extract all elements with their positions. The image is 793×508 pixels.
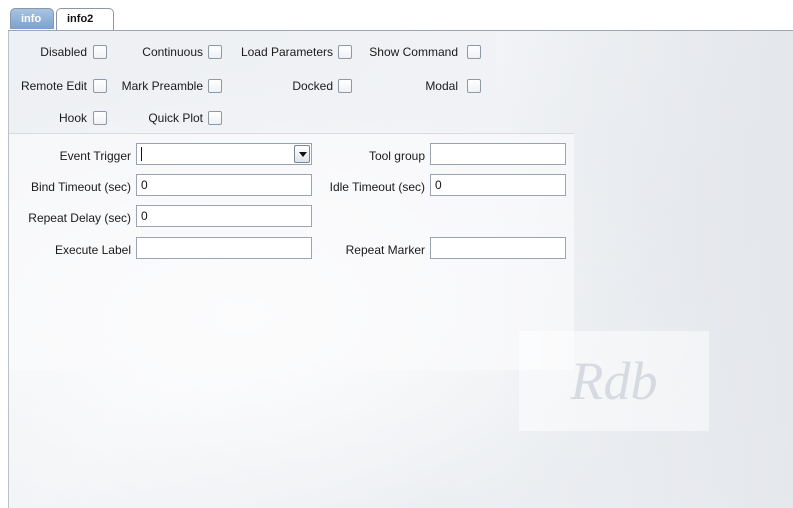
tab-panel-info2: Rdb Disabled Continuous Load Parameters …	[8, 31, 793, 508]
tab-info[interactable]: info	[10, 8, 54, 29]
show-command-checkbox[interactable]	[467, 45, 481, 59]
watermark-logo: Rdb	[519, 331, 709, 431]
hook-checkbox[interactable]	[93, 111, 107, 125]
bind-timeout-label: Bind Timeout (sec)	[30, 180, 131, 194]
execute-label-label: Execute Label	[54, 243, 131, 257]
event-trigger-dropdown-button[interactable]	[294, 145, 310, 163]
mark-preamble-checkbox[interactable]	[208, 79, 222, 93]
tool-group-input[interactable]	[430, 143, 566, 165]
quick-plot-label: Quick Plot	[148, 111, 203, 125]
disabled-checkbox[interactable]	[93, 45, 107, 59]
quick-plot-checkbox[interactable]	[208, 111, 222, 125]
modal-checkbox[interactable]	[467, 79, 481, 93]
show-command-label: Show Command	[369, 45, 458, 59]
bind-timeout-input[interactable]	[136, 174, 312, 196]
event-trigger-select[interactable]	[136, 143, 312, 165]
repeat-marker-label: Repeat Marker	[345, 243, 425, 257]
remote-edit-label: Remote Edit	[20, 79, 87, 93]
continuous-checkbox[interactable]	[208, 45, 222, 59]
tool-group-label: Tool group	[368, 149, 425, 163]
docked-label: Docked	[292, 79, 333, 93]
chevron-down-icon	[299, 152, 307, 157]
modal-label: Modal	[425, 79, 458, 93]
continuous-label: Continuous	[142, 45, 203, 59]
tab-strip: info info2	[8, 6, 793, 31]
repeat-delay-label: Repeat Delay (sec)	[28, 211, 131, 225]
execute-label-input[interactable]	[136, 237, 312, 259]
idle-timeout-input[interactable]	[430, 174, 566, 196]
idle-timeout-label: Idle Timeout (sec)	[329, 180, 425, 194]
tab-info2[interactable]: info2	[56, 8, 114, 30]
mark-preamble-label: Mark Preamble	[121, 79, 203, 93]
text-cursor	[141, 147, 142, 161]
event-trigger-label: Event Trigger	[59, 149, 131, 163]
properties-window: info info2 Rdb Disabled Continuous Load …	[0, 0, 793, 508]
docked-checkbox[interactable]	[338, 79, 352, 93]
disabled-label: Disabled	[40, 45, 87, 59]
repeat-marker-input[interactable]	[430, 237, 566, 259]
remote-edit-checkbox[interactable]	[93, 79, 107, 93]
load-parameters-checkbox[interactable]	[338, 45, 352, 59]
load-parameters-label: Load Parameters	[240, 45, 333, 59]
repeat-delay-input[interactable]	[136, 205, 312, 227]
hook-label: Hook	[58, 111, 87, 125]
